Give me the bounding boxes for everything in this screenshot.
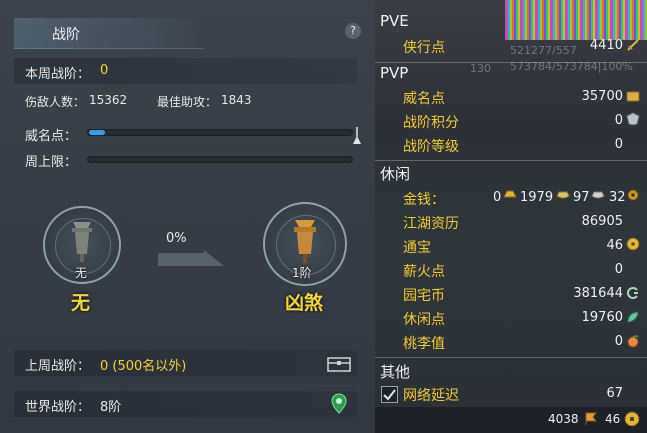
weekly-tier-label: 本周战阶： [25, 67, 91, 82]
rainbow-overlay [505, 0, 647, 40]
current-tier-name: 无 [71, 292, 91, 314]
tier-progress-percent: 0% [166, 231, 187, 246]
leisure-header: 休闲 [380, 165, 411, 183]
other-header: 其他 [380, 363, 411, 381]
money-value-2: 97 [573, 190, 590, 205]
leisure-item-value: 0 [614, 262, 623, 277]
last-week-label: 上周战阶： [25, 359, 91, 374]
overlay-text-2: 130 [470, 62, 491, 75]
map-pin-icon[interactable] [331, 393, 347, 415]
weekly-cap-label: 周上限： [25, 155, 78, 170]
money-value-3: 32 [609, 190, 626, 205]
gold-coin-icon [624, 411, 640, 427]
flag-icon [585, 412, 597, 425]
panel-title: 战阶 [52, 27, 80, 43]
kills-label: 伤敌人数： [25, 95, 86, 109]
world-tier-row: 世界战阶： 8阶 [14, 391, 357, 417]
money-value-1: 1979 [520, 190, 554, 205]
latency-label: 网络延迟 [403, 388, 459, 404]
pvp-item-value: 35700 [581, 89, 623, 104]
copper-ingot-icon [591, 191, 605, 199]
pvp-item-value: 0 [614, 137, 623, 152]
leisure-item-label: 园宅币 [403, 288, 445, 304]
last-week-value: 0 (500名以外) [100, 359, 187, 374]
money-label: 金钱： [403, 192, 445, 208]
prestige-progress-fill [89, 130, 105, 135]
pvp-header: PVP [380, 64, 409, 82]
assists-value: 1843 [221, 93, 252, 107]
weekly-cap-progress-bar [87, 156, 353, 163]
leisure-item-label: 桃李值 [403, 336, 445, 352]
leaf-icon [627, 311, 639, 323]
peach-icon [627, 335, 639, 348]
world-tier-label: 世界战阶： [25, 400, 91, 415]
crest-icon [626, 112, 640, 126]
pvp-item-value: 0 [614, 113, 623, 128]
leisure-item-value: 19760 [581, 310, 623, 325]
tier-panel: 战阶 ? 本周战阶： 0 伤敌人数： 15362 最佳助攻： 1843 威名点：… [0, 0, 375, 433]
sword-icon [627, 39, 639, 51]
footer-bar: 4038 46 [375, 407, 647, 433]
footer-value-2: 46 [605, 412, 621, 426]
pvp-item-label: 威名点 [403, 91, 445, 107]
footer-value-1: 4038 [548, 412, 579, 426]
arrow-right-icon [158, 250, 224, 266]
pve-item-label: 侠行点 [403, 40, 445, 56]
leisure-item-label: 薪火点 [403, 264, 445, 280]
pvp-item-label: 战阶等级 [403, 139, 459, 155]
weekly-tier-value: 0 [100, 63, 109, 78]
copper-coin-icon [627, 189, 639, 201]
tier-panel-header: 战阶 [14, 18, 204, 49]
leisure-item-value: 0 [614, 334, 623, 349]
prestige-label: 威名点： [25, 129, 78, 144]
leisure-item-value: 86905 [581, 214, 623, 229]
kills-value: 15362 [89, 93, 128, 107]
pvp-item-label: 战阶积分 [403, 115, 459, 131]
latency-value: 67 [606, 386, 623, 401]
pve-header: PVE [380, 12, 409, 30]
currency-panel: 521277/557 130 573784/573784|100% PVE 侠行… [375, 0, 647, 433]
leisure-item-label: 江湖资历 [403, 216, 459, 232]
gold-ingot-icon [503, 190, 517, 198]
money-value-0: 0 [493, 190, 502, 205]
coin-icon [626, 237, 640, 251]
leisure-item-value: 381644 [573, 286, 623, 301]
help-icon[interactable]: ? [345, 23, 361, 39]
next-tier-name: 凶煞 [285, 292, 324, 314]
chest-icon[interactable] [327, 355, 351, 372]
leisure-item-value: 46 [606, 238, 623, 253]
checkmark-icon [383, 389, 396, 401]
pve-item-value: 4410 [589, 38, 623, 53]
prestige-icon [626, 91, 640, 102]
weekly-tier-row: 本周战阶： 0 [14, 58, 357, 84]
silver-ingot-icon [556, 191, 570, 199]
house-coin-icon [627, 287, 638, 299]
next-tier-badge: 1阶 [292, 266, 312, 280]
leisure-item-label: 休闲点 [403, 312, 445, 328]
assists-label: 最佳助攻： [157, 95, 218, 109]
leisure-item-label: 通宝 [403, 240, 431, 256]
last-week-row: 上周战阶： 0 (500名以外) [14, 350, 357, 376]
latency-checkbox[interactable] [381, 386, 398, 403]
current-tier-badge: 无 [75, 266, 88, 280]
prestige-progress-bar [87, 129, 353, 136]
world-tier-value: 8阶 [100, 400, 122, 415]
cap-marker-icon [353, 127, 361, 144]
overlay-text-1: 521277/557 [510, 44, 577, 57]
